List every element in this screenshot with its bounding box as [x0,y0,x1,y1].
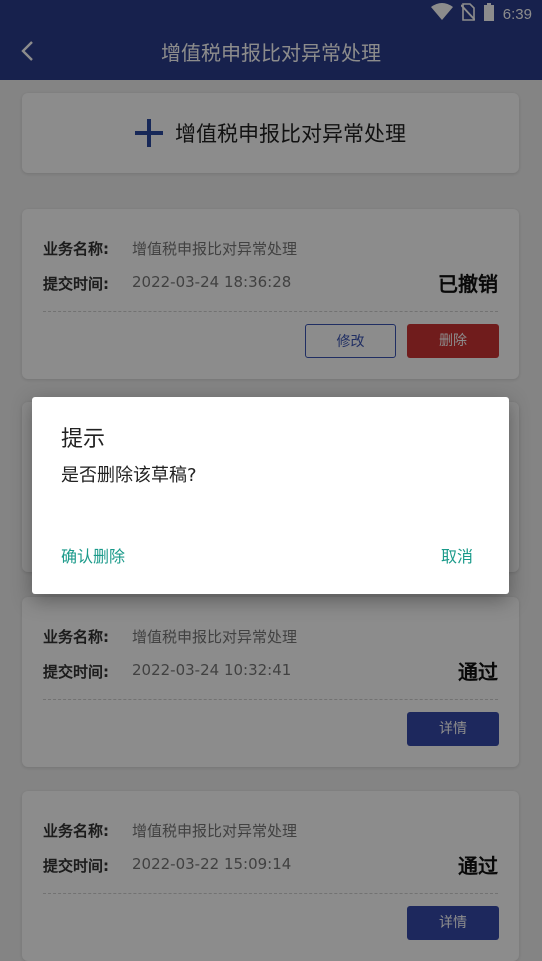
dialog-title: 提示 [61,427,106,452]
confirm-dialog: 提示 是否删除该草稿? 确认删除 取消 [32,397,509,594]
confirm-delete-button[interactable]: 确认删除 [61,543,125,567]
dialog-message: 是否删除该草稿? [61,465,197,486]
cancel-button[interactable]: 取消 [441,543,473,567]
